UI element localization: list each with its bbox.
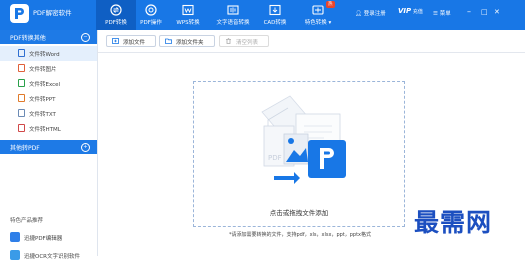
drop-illustration-icon: PDF — [261, 95, 346, 184]
vip-label: VIP — [398, 7, 412, 15]
html-file-icon — [18, 124, 25, 132]
drop-zone-label: 点击或拖拽文件添加 — [269, 209, 329, 217]
expand-icon: + — [81, 143, 90, 152]
user-icon: 👤︎ — [355, 11, 362, 17]
title-bar: PDF解密软件 PDF转换 PDF操作 WPS转换 文字语音转换 CAD转换 热… — [0, 0, 525, 30]
sidebar-group-other-to-pdf[interactable]: 其他转PDF + — [0, 140, 97, 154]
word-file-icon — [18, 49, 25, 57]
ocr-icon — [10, 250, 20, 260]
add-file-icon — [112, 38, 119, 44]
sidebar-item-file-to-ppt[interactable]: 文件转PPT — [0, 91, 97, 106]
sidebar-item-file-to-image[interactable]: 文件转图片 — [0, 61, 97, 76]
svg-text:PDF: PDF — [268, 154, 282, 162]
add-file-button[interactable]: 添加文件 — [106, 35, 156, 47]
sidebar: PDF转换其他 − 文件转Word 文件转图片 文件转Excel 文件转PPT … — [0, 30, 98, 260]
tab-label: 特色转换 ▾ — [304, 20, 332, 26]
recommend-label: 迅捷PDF编辑器 — [24, 236, 63, 242]
tab-wps-convert[interactable]: WPS转换 — [168, 0, 208, 30]
recommend-item-ocr[interactable]: 迅捷OCR文字识别软件 — [10, 248, 92, 262]
sidebar-item-label: 文件转图片 — [29, 67, 57, 73]
sidebar-item-label: 文件转HTML — [29, 127, 61, 133]
file-drop-zone[interactable]: PDF 点击或拖拽文件添加 — [193, 81, 405, 227]
image-file-icon — [18, 64, 25, 72]
add-folder-label: 添加文件夹 — [176, 40, 204, 46]
convert-icon — [110, 4, 122, 16]
tab-cad-convert[interactable]: CAD转换 — [255, 0, 295, 30]
supported-formats-hint: *请添加需要转换的文件，支持pdf，xls，xlsx，ppt，pptx格式 — [228, 232, 372, 238]
wps-icon — [182, 4, 194, 16]
menu-label: 菜单 — [439, 11, 451, 17]
add-folder-button[interactable]: 添加文件夹 — [159, 35, 215, 47]
text-speech-icon — [227, 5, 239, 15]
sidebar-item-file-to-word[interactable]: 文件转Word — [0, 46, 97, 61]
group-title: 其他转PDF — [10, 145, 40, 152]
close-button[interactable]: ✕ — [494, 7, 500, 17]
pdf-operate-icon — [145, 4, 157, 16]
login-link[interactable]: 👤︎ 登录注册 — [355, 9, 386, 17]
hot-badge: 热 — [326, 1, 335, 8]
minimize-button[interactable]: – — [467, 7, 471, 17]
clear-list-button[interactable]: 清空列表 — [219, 35, 269, 47]
sidebar-item-label: 文件转TXT — [29, 112, 56, 118]
tab-feature-convert[interactable]: 热 特色转换 ▾ — [298, 0, 338, 30]
app-logo — [10, 4, 29, 23]
menu-icon: ☰ — [433, 11, 438, 17]
sidebar-group-pdf-to-other[interactable]: PDF转换其他 − — [0, 30, 97, 44]
vip-sub-label: 充值 — [412, 9, 423, 15]
pdf-logo-icon — [15, 8, 24, 19]
cad-icon — [269, 4, 281, 16]
sidebar-item-label: 文件转Word — [29, 52, 60, 58]
menu-button[interactable]: ☰ 菜单 — [433, 9, 451, 17]
recommend-title: 特色产品推荐 — [10, 218, 44, 224]
sidebar-item-file-to-html[interactable]: 文件转HTML — [0, 121, 97, 136]
chevron-down-icon: ▾ — [328, 20, 332, 26]
excel-file-icon — [18, 79, 25, 87]
watermark: 最需网 — [414, 208, 493, 237]
sidebar-item-file-to-txt[interactable]: 文件转TXT — [0, 106, 97, 121]
add-folder-icon — [165, 38, 172, 44]
tab-text-speech[interactable]: 文字语音转换 — [213, 0, 253, 30]
maximize-button[interactable]: □ — [481, 7, 488, 17]
ppt-file-icon — [18, 94, 25, 102]
group-title: PDF转换其他 — [10, 35, 46, 42]
clear-list-label: 清空列表 — [236, 40, 259, 46]
app-title: PDF解密软件 — [33, 9, 72, 17]
toolbar: 添加文件 添加文件夹 清空列表 — [98, 30, 525, 53]
recommend-item-pdf-editor[interactable]: 迅捷PDF编辑器 — [10, 230, 92, 244]
pdf-editor-icon — [10, 232, 20, 242]
add-file-label: 添加文件 — [123, 40, 146, 46]
login-label: 登录注册 — [363, 11, 386, 17]
trash-icon — [226, 38, 231, 44]
sidebar-item-label: 文件转PPT — [29, 97, 56, 103]
feature-icon — [312, 5, 324, 15]
collapse-icon: − — [81, 33, 90, 42]
vip-recharge-button[interactable]: VIP 充值 — [398, 7, 423, 15]
recommend-label: 迅捷OCR文字识别软件 — [24, 254, 80, 260]
txt-file-icon — [18, 109, 25, 117]
sidebar-item-label: 文件转Excel — [29, 82, 61, 88]
sidebar-item-file-to-excel[interactable]: 文件转Excel — [0, 76, 97, 91]
